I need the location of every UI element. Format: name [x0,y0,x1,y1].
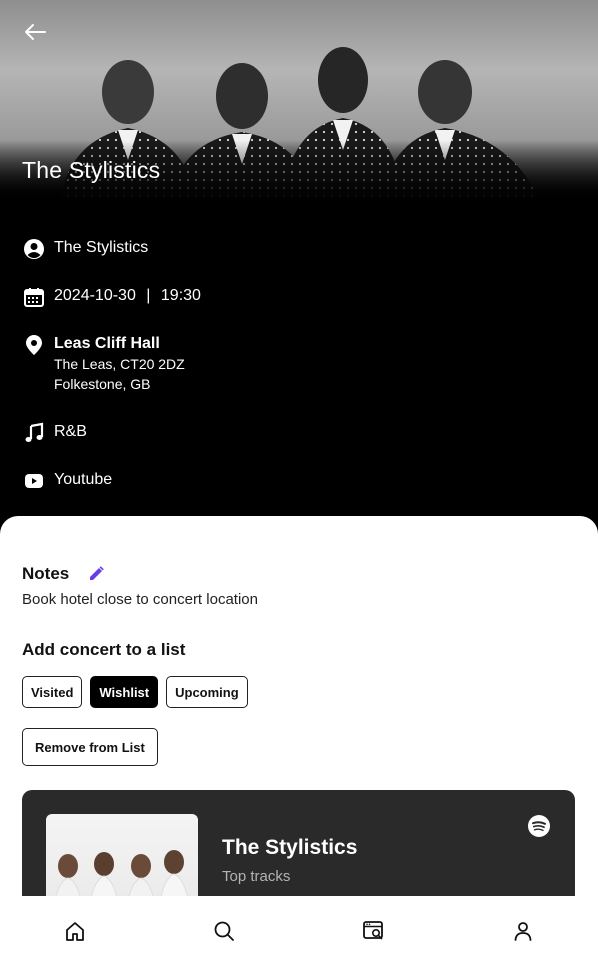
venue-name: Leas Cliff Hall [54,335,160,352]
profile-icon [514,922,532,941]
chip-upcoming[interactable]: Upcoming [166,676,248,708]
list-chips: Visited Wishlist Upcoming [22,676,248,708]
chip-visited[interactable]: Visited [22,676,83,708]
edit-notes-button[interactable] [87,565,105,583]
nav-profile-button[interactable] [499,907,547,955]
arrow-left-icon [25,24,46,40]
spotify-icon [527,814,551,838]
notes-text: Book hotel close to concert location [22,591,258,608]
music-note-icon [22,421,46,445]
concert-date: 2024-10-30 [54,287,136,304]
home-icon [65,922,84,941]
pencil-icon [90,566,104,580]
venue-address: The Leas, CT20 2DZ [54,356,185,372]
genre-row: R&B [22,421,87,445]
hero-image: The Stylistics [0,0,598,200]
youtube-link: Youtube [54,471,113,488]
calendar-icon [22,285,46,309]
artist-name: The Stylistics [54,239,149,256]
page-title: The Stylistics [22,157,161,183]
back-button[interactable] [18,18,52,46]
genre-label: R&B [54,423,87,440]
nav-home-button[interactable] [51,907,99,955]
spotify-artist-title: The Stylistics [222,836,358,859]
remove-from-list-button[interactable]: Remove from List [22,728,158,766]
add-to-list-heading: Add concert to a list [22,640,186,659]
artist-row[interactable]: The Stylistics [22,237,148,261]
search-icon [214,921,235,941]
spotify-subtitle: Top tracks [222,868,291,885]
youtube-row[interactable]: Youtube [22,469,112,493]
account-circle-icon [22,237,46,261]
nav-search-button[interactable] [200,907,248,955]
date-row: 2024-10-30 | 19:30 [22,285,201,309]
date-time-separator: | [146,287,151,304]
youtube-icon [22,469,46,493]
concert-time: 19:30 [160,287,201,304]
notes-heading: Notes [22,564,70,583]
nav-browse-button[interactable] [350,907,398,955]
venue-row[interactable]: Leas Cliff Hall The Leas, CT20 2DZ Folke… [22,333,185,394]
venue-city: Folkestone, GB [54,376,151,392]
chip-wishlist[interactable]: Wishlist [90,676,159,708]
location-pin-icon [22,333,46,357]
browse-icon [362,921,383,940]
bottom-navigation [0,896,598,964]
